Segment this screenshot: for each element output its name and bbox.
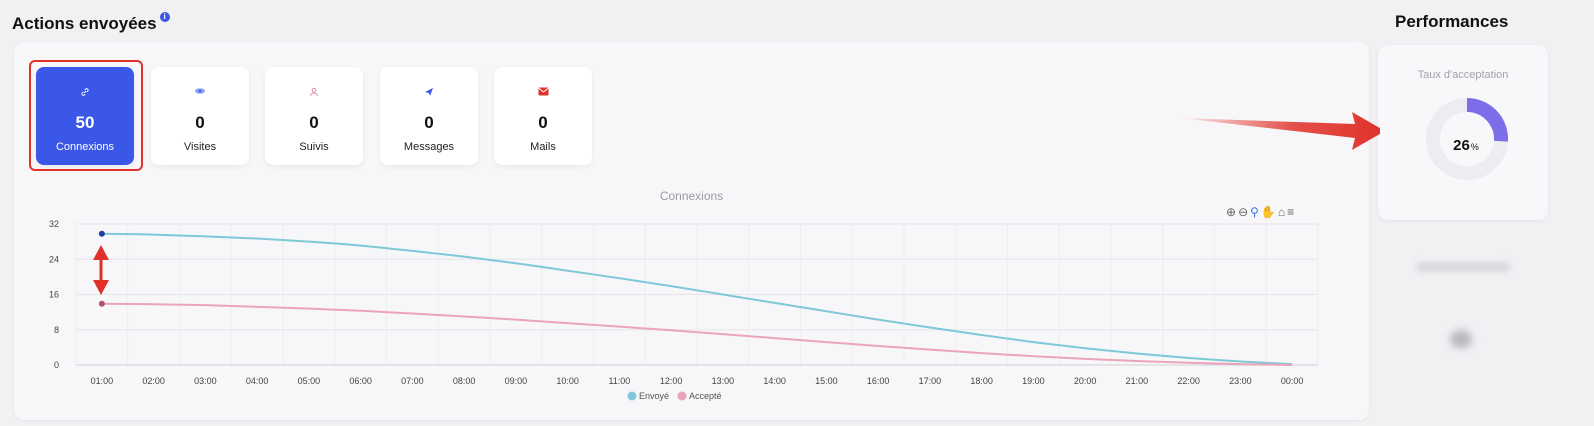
x-tick-label: 01:00 [91,376,114,386]
y-tick-label: 8 [54,325,59,335]
x-tick-label: 04:00 [246,376,269,386]
x-tick-label: 08:00 [453,376,476,386]
acceptance-rate-value: 26% [1440,137,1492,154]
blurred-graphic [1450,330,1472,348]
x-tick-label: 23:00 [1229,376,1252,386]
x-tick-label: 05:00 [298,376,321,386]
x-tick-label: 18:00 [970,376,993,386]
data-point-marker [98,300,105,307]
data-point-marker [98,230,105,237]
arrow-head-down [93,280,109,295]
x-tick-label: 09:00 [505,376,528,386]
rate-number: 26 [1453,137,1470,154]
gauge-fill [1466,98,1508,142]
y-tick-label: 0 [54,360,59,370]
red-arrow-annotation [1180,112,1380,150]
x-tick-label: 22:00 [1177,376,1200,386]
arrow-head-up [93,245,109,260]
x-tick-label: 20:00 [1074,376,1097,386]
legend-label: Accepté [689,391,722,401]
x-tick-label: 02:00 [142,376,165,386]
y-tick-label: 16 [49,290,59,300]
x-tick-label: 19:00 [1022,376,1045,386]
x-tick-label: 12:00 [660,376,683,386]
x-tick-label: 14:00 [763,376,786,386]
x-tick-label: 06:00 [349,376,372,386]
acceptance-rate-label: Taux d'acceptation [1417,69,1509,81]
blurred-text [1416,262,1510,272]
x-tick-label: 13:00 [712,376,735,386]
legend-marker [627,391,637,401]
x-tick-label: 00:00 [1281,376,1304,386]
x-tick-label: 07:00 [401,376,424,386]
legend-label: Envoyé [639,391,669,401]
x-tick-label: 15:00 [815,376,838,386]
line-chart: 0 8 16 24 32 01:00 02:00 03:00 04:00 05:00 06:00 07… [49,219,1319,401]
blurred-section [1378,230,1548,410]
x-tick-label: 03:00 [194,376,217,386]
rate-unit: % [1470,142,1479,152]
x-tick-label: 17:00 [919,376,942,386]
y-tick-label: 32 [49,219,59,229]
x-tick-label: 16:00 [867,376,890,386]
x-tick-label: 10:00 [556,376,579,386]
y-tick-label: 24 [49,254,59,264]
x-tick-label: 11:00 [608,376,630,386]
legend-marker [677,391,687,401]
x-tick-label: 21:00 [1126,376,1149,386]
